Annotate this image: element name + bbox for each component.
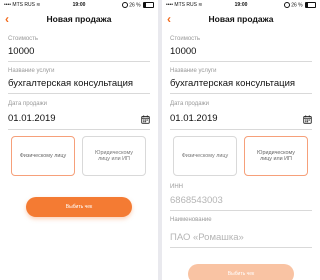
status-bar: •••• MTS RUS ≋ 19:00 26 % [0,0,158,10]
client-type-legal[interactable]: Юридическому лицу или ИП [244,136,308,176]
battery-percent: 26 % [291,2,303,9]
page-title: Новая продажа [46,14,112,24]
page-title: Новая продажа [208,14,274,24]
battery-percent: 26 % [129,2,141,9]
cost-input[interactable]: 10000 [170,46,196,57]
service-underline [8,93,150,94]
nav-bar: ‹ Новая продажа [162,12,320,26]
service-underline [170,93,312,94]
cost-underline [170,61,312,62]
company-name-underline [170,247,312,248]
date-label: Дата продажи [170,101,209,107]
date-underline [170,129,312,130]
submit-receipt-button[interactable]: Выбить чек [188,264,294,280]
nav-bar: ‹ Новая продажа [0,12,158,26]
battery-icon [305,2,316,8]
service-input[interactable]: бухгалтерская консультация [170,78,295,89]
screen-legal: •••• MTS RUS ≋ 19:00 26 % ‹ Новая продаж… [162,0,320,280]
calendar-icon[interactable] [141,115,150,124]
inn-underline [170,210,312,211]
alarm-icon [283,2,290,8]
service-label: Название услуги [8,68,55,74]
client-type-individual[interactable]: Физическому лицу [11,136,75,176]
alarm-icon [121,2,128,8]
screen-individual: •••• MTS RUS ≋ 19:00 26 % ‹ Новая продаж… [0,0,158,280]
date-label: Дата продажи [8,101,47,107]
date-underline [8,129,150,130]
inn-input[interactable]: 6868543003 [170,195,223,206]
client-type-individual[interactable]: Физическому лицу [173,136,237,176]
company-name-label: Наименование [170,217,212,223]
cost-label: Стоимость [8,36,39,42]
company-name-input[interactable]: ПАО «Ромашка» [170,232,244,243]
date-input[interactable]: 01.01.2019 [8,113,56,124]
calendar-icon[interactable] [303,115,312,124]
battery-icon [143,2,154,8]
client-type-legal[interactable]: Юридическому лицу или ИП [82,136,146,176]
service-input[interactable]: бухгалтерская консультация [8,78,133,89]
status-bar: •••• MTS RUS ≋ 19:00 26 % [162,0,320,10]
cost-input[interactable]: 10000 [8,46,34,57]
submit-receipt-button[interactable]: Выбить чек [26,197,132,217]
cost-underline [8,61,150,62]
date-input[interactable]: 01.01.2019 [170,113,218,124]
service-label: Название услуги [170,68,217,74]
inn-label: ИНН [170,184,183,190]
cost-label: Стоимость [170,36,201,42]
